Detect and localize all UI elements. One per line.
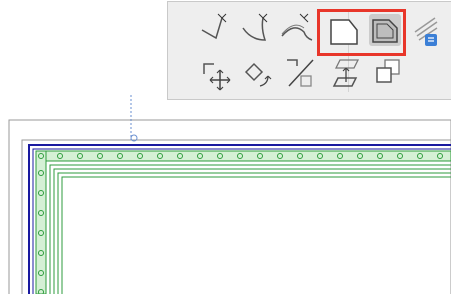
arc-polygon-button[interactable] [241,13,273,46]
polygon-arc-icon [242,13,268,41]
selection-outline [28,144,451,294]
green-beam-top [35,150,451,162]
multiply-button[interactable] [373,58,405,90]
polygon-corner-icon [201,13,227,40]
multiply-copy-icon [376,59,400,83]
chamfer-icon [330,19,358,45]
canvas-inner-frame [21,139,451,294]
surface-settings-button[interactable] [414,14,447,46]
chamfer-filled-icon [372,19,398,43]
elevate-icon [332,59,360,87]
fillet-chamfer-filled-button[interactable] [369,14,401,46]
selection-outline-inner [32,148,451,294]
green-line-1 [49,164,451,294]
spline-polygon-button[interactable] [281,13,314,46]
green-line-2 [53,168,451,294]
fillet-chamfer-button[interactable] [327,14,359,46]
rotate-icon [244,62,272,87]
polygon-spline-icon [281,13,313,41]
corner-polygon-button[interactable] [200,13,232,46]
green-line-3 [57,172,451,294]
canvas-outer-frame [8,119,451,294]
rotate-button[interactable] [242,58,274,90]
green-line-4 [61,176,451,294]
drag-move-icon [203,63,231,91]
mirror-button[interactable] [285,58,317,90]
surface-settings-icon [414,17,438,46]
drag-button[interactable] [200,58,232,91]
elevate-button[interactable] [330,58,362,90]
green-beam-left [35,150,47,294]
mirror-icon [287,59,314,87]
